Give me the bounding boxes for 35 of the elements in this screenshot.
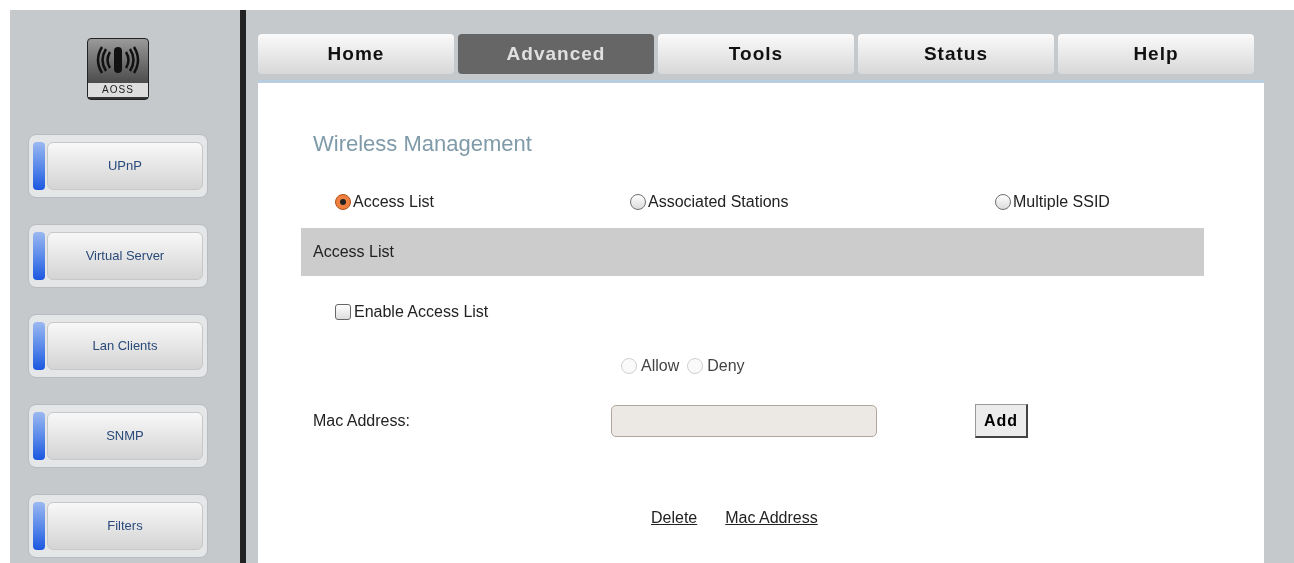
nav-tab[interactable]: Advanced [458,34,654,74]
sidebar-button[interactable]: SNMP [27,404,208,468]
radio-label: Allow [641,356,680,376]
add-button[interactable]: Add [975,404,1029,438]
sidebar-button[interactable]: Lan Clients [27,314,208,378]
nav-tab[interactable]: Tools [658,34,854,74]
checkbox-label: Enable Access List [354,302,489,322]
section-header: Access List [301,228,1204,276]
status-indicator [32,412,45,460]
radio-label: Access List [353,192,434,212]
logo-text: AOSS [87,83,148,97]
wireless-signal-icon [94,45,141,75]
nav-tab[interactable]: Status [858,34,1054,74]
status-indicator [32,232,45,280]
radio-label: Multiple SSID [1013,192,1110,212]
aoss-logo[interactable]: AOSS [86,38,149,100]
radio-label: Deny [707,356,745,376]
sidebar-button[interactable]: Virtual Server [27,224,208,288]
nav-tab[interactable]: Home [258,34,454,74]
status-indicator [32,142,45,190]
radio-label: Associated Stations [648,192,789,212]
radio-button[interactable] [335,194,351,210]
sidebar-button[interactable]: Filters [27,494,208,558]
sidebar-button[interactable]: UPnP [27,134,208,198]
status-indicator [32,322,45,370]
page-title: Wireless Management [313,130,533,158]
column-header: Delete [651,508,698,528]
radio-button[interactable] [995,194,1011,210]
checkbox[interactable] [335,304,351,320]
field-label: Mac Address: [313,411,411,431]
column-header: Mac Address [725,508,818,528]
radio-button[interactable] [630,194,646,210]
status-indicator [32,502,45,550]
mac-address-field[interactable] [611,405,877,437]
nav-tab[interactable]: Help [1058,34,1254,74]
